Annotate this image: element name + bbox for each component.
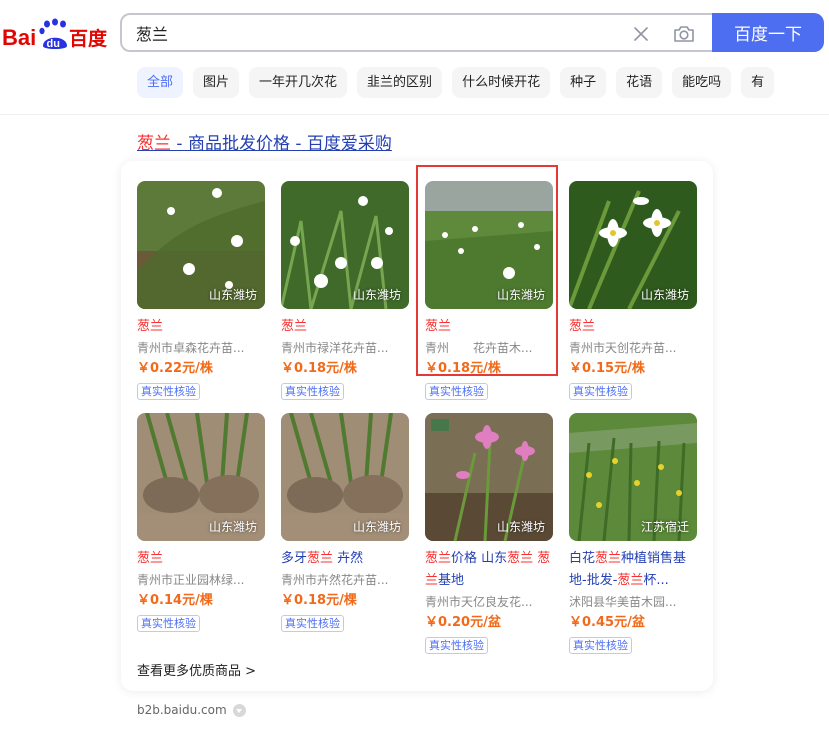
- product-name[interactable]: 葱兰: [137, 316, 265, 338]
- svg-text:百度: 百度: [69, 27, 108, 50]
- verify-badge[interactable]: 真实性核验: [569, 637, 632, 654]
- svg-text:du: du: [47, 38, 60, 50]
- seller-name: 青州市禄洋花卉苗...: [281, 341, 389, 355]
- more-products-link[interactable]: 查看更多优质商品 >: [137, 660, 256, 679]
- tag-all[interactable]: 全部: [137, 67, 184, 98]
- product-image[interactable]: 山东潍坊: [281, 413, 409, 541]
- product-price: ￥0.18元/棵: [281, 593, 357, 608]
- tag-flower-language[interactable]: 花语: [616, 67, 663, 98]
- product-name[interactable]: 白花葱兰种植销售基地-批发-葱兰杯...: [569, 548, 697, 592]
- source-domain[interactable]: b2b.baidu.com: [137, 703, 246, 717]
- location-label: 山东潍坊: [208, 520, 257, 534]
- close-icon[interactable]: [630, 23, 652, 45]
- product-item[interactable]: 山东潍坊 多牙葱兰 卉然 青州市卉然花卉苗... ￥0.18元/棵 真实性核验: [281, 413, 409, 632]
- verify-badge[interactable]: 真实性核验: [281, 383, 344, 400]
- tag-when-bloom[interactable]: 什么时候开花: [452, 67, 551, 98]
- verify-badge[interactable]: 真实性核验: [425, 637, 488, 654]
- product-image[interactable]: 山东潍坊: [137, 413, 265, 541]
- title-keyword: 葱兰: [137, 134, 171, 154]
- seller-name: 青州市卓森花卉苗...: [137, 341, 245, 355]
- verify-badge[interactable]: 真实性核验: [569, 383, 632, 400]
- seller-name: 青州市天创花卉苗...: [569, 341, 677, 355]
- tag-seeds[interactable]: 种子: [560, 67, 607, 98]
- svg-text:Bai: Bai: [2, 25, 36, 50]
- verify-badge[interactable]: 真实性核验: [137, 615, 200, 632]
- tag-edible[interactable]: 能吃吗: [672, 67, 732, 98]
- product-name[interactable]: 葱兰: [569, 316, 697, 338]
- product-image[interactable]: 山东潍坊: [569, 181, 697, 309]
- location-label: 山东潍坊: [352, 520, 401, 534]
- product-item[interactable]: 山东潍坊 葱兰价格 山东葱兰 葱兰基地 青州市天亿良友花... ￥0.20元/盆…: [425, 413, 553, 654]
- tag-more[interactable]: 有: [741, 67, 775, 98]
- result-title-link[interactable]: 葱兰 - 商品批发价格 - 百度爱采购: [137, 129, 392, 154]
- seller-name: 沭阳县华美苗木园...: [569, 595, 677, 609]
- baidu-logo[interactable]: Bai du 百度: [2, 16, 110, 52]
- search-input[interactable]: [136, 22, 616, 44]
- title-text: - 商品批发价格 - 百度爱采购: [171, 134, 392, 154]
- product-name[interactable]: 葱兰: [281, 316, 409, 338]
- location-label: 山东潍坊: [208, 288, 257, 302]
- product-price: ￥0.22元/株: [137, 361, 213, 376]
- search-box: [120, 13, 716, 52]
- product-item[interactable]: 山东潍坊 葱兰 青州市禄洋花卉苗... ￥0.18元/株 真实性核验: [281, 181, 409, 400]
- product-item[interactable]: 江苏宿迁 白花葱兰种植销售基地-批发-葱兰杯... 沭阳县华美苗木园... ￥0…: [569, 413, 697, 654]
- product-name[interactable]: 葱兰价格 山东葱兰 葱兰基地: [425, 548, 553, 592]
- camera-icon[interactable]: [672, 22, 696, 46]
- product-item[interactable]: 山东潍坊 葱兰 青州市天创花卉苗... ￥0.15元/株 真实性核验: [569, 181, 697, 400]
- product-price: ￥0.18元/株: [281, 361, 357, 376]
- header: Bai du 百度 百度一下 全部 图片 一年开几次花 韭兰的区别 什么时候开花…: [0, 0, 829, 115]
- related-tags: 全部 图片 一年开几次花 韭兰的区别 什么时候开花 种子 花语 能吃吗 有: [137, 67, 775, 98]
- seller-name: 青州市卉然花卉苗...: [281, 573, 389, 587]
- seller-name: 青州市天亿良友花...: [425, 595, 533, 609]
- verify-badge[interactable]: 真实性核验: [281, 615, 344, 632]
- product-name[interactable]: 多牙葱兰 卉然: [281, 548, 409, 570]
- product-price: ￥0.14元/棵: [137, 593, 213, 608]
- tag-images[interactable]: 图片: [193, 67, 240, 98]
- verify-badge[interactable]: 真实性核验: [137, 383, 200, 400]
- product-image[interactable]: 山东潍坊: [137, 181, 265, 309]
- location-label: 山东潍坊: [352, 288, 401, 302]
- verify-badge[interactable]: 真实性核验: [425, 383, 488, 400]
- product-price: ￥0.15元/株: [569, 361, 645, 376]
- product-item[interactable]: 山东潍坊 葱兰 青州市正业园林绿... ￥0.14元/棵 真实性核验: [137, 413, 265, 632]
- location-label: 山东潍坊: [640, 288, 689, 302]
- product-image[interactable]: 山东潍坊: [425, 413, 553, 541]
- location-label: 江苏宿迁: [640, 520, 689, 534]
- location-label: 山东潍坊: [496, 520, 545, 534]
- product-item[interactable]: 山东潍坊 葱兰 青州市卓森花卉苗... ￥0.22元/株 真实性核验: [137, 181, 265, 400]
- product-price: ￥0.45元/盆: [569, 615, 645, 630]
- product-price: ￥0.20元/盆: [425, 615, 501, 630]
- chevron-down-icon[interactable]: [232, 703, 246, 717]
- product-image[interactable]: 山东潍坊: [281, 181, 409, 309]
- highlight-box: [416, 165, 558, 376]
- seller-name: 青州市正业园林绿...: [137, 573, 245, 587]
- product-image[interactable]: 江苏宿迁: [569, 413, 697, 541]
- domain-text: b2b.baidu.com: [137, 703, 227, 717]
- product-name[interactable]: 葱兰: [137, 548, 265, 570]
- tag-bloom-times[interactable]: 一年开几次花: [249, 67, 348, 98]
- search-button[interactable]: 百度一下: [712, 13, 824, 52]
- tag-difference[interactable]: 韭兰的区别: [357, 67, 443, 98]
